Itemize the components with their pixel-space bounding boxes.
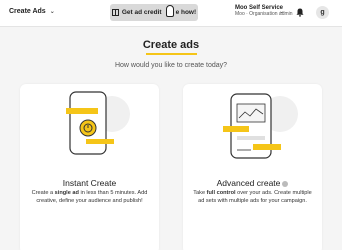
instant-create-illustration [66,91,130,155]
page-title: Create ads [142,39,200,51]
advanced-create-illustration [223,93,298,159]
title-underline [146,53,197,55]
ad-credit-button[interactable]: Get ad credit e how! [110,4,198,21]
desc-text: Take [193,190,207,196]
top-bar: Create Ads ⌄ Get ad credit e how! Moo Se… [0,0,342,27]
avatar[interactable]: g [316,6,329,19]
instant-create-description: Create a single ad in less than 5 minute… [28,190,151,205]
desc-bold: single ad [54,190,79,196]
page-subtitle: How would you like to create today? [114,62,228,69]
brand-label: Create Ads [9,8,46,15]
desc-text: Create a [31,190,55,196]
brand-menu[interactable]: Create Ads ⌄ [9,8,55,15]
advanced-create-title-text: Advanced create [216,178,281,188]
desc-bold: full control [206,190,236,196]
advanced-create-description: Take full control over your ads. Create … [191,190,314,205]
ad-credit-label: Get ad credit [121,9,162,16]
gift-icon [111,9,119,16]
advanced-create-card[interactable]: Advanced create Take full control over y… [183,84,322,250]
instant-create-card[interactable]: Instant Create Create a single ad in les… [20,84,159,250]
info-icon[interactable] [282,180,289,187]
advanced-create-title: Advanced create [183,178,322,188]
mouse-cursor-icon [166,5,174,17]
instant-create-title: Instant Create [62,178,117,188]
chevron-down-icon: ⌄ [49,9,55,15]
chevron-down-icon[interactable]: ⌄ [279,8,284,15]
ad-credit-label-tail: e how! [175,9,197,16]
bell-icon[interactable] [296,8,304,17]
